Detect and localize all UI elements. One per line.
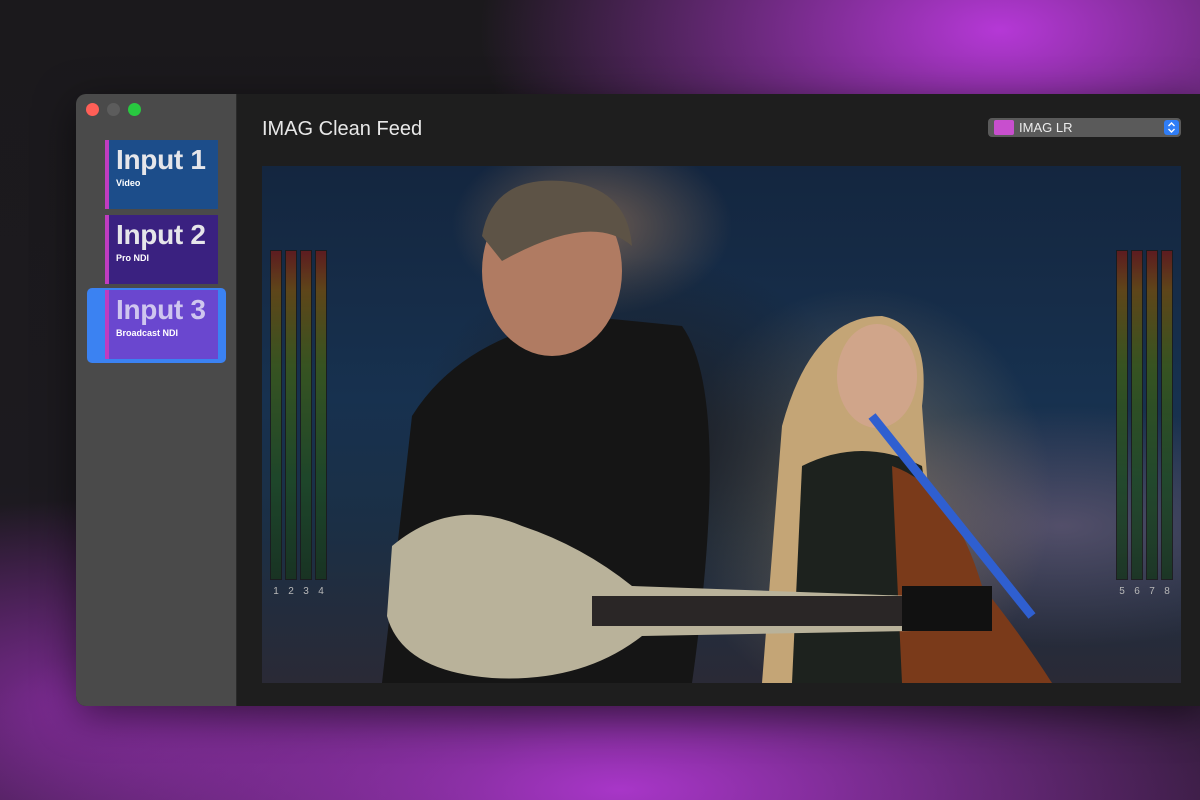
meter-channel-label: 5 xyxy=(1119,586,1125,597)
meter-bar xyxy=(300,250,312,580)
page-title: IMAG Clean Feed xyxy=(262,118,423,140)
meter-bar xyxy=(285,250,297,580)
meter-bar xyxy=(1146,250,1158,580)
audio-meter-right xyxy=(1116,250,1173,580)
close-window-button[interactable] xyxy=(86,103,99,116)
window-controls xyxy=(86,103,141,116)
main-panel: IMAG Clean Feed IMAG LR 1 2 3 4 5 6 7 8 xyxy=(238,94,1200,706)
app-window: Input 1 Video Input 2 Pro NDI Input 3 Br… xyxy=(76,94,1200,706)
meter-labels-right: 5 6 7 8 xyxy=(1116,586,1173,597)
meter-channel-label: 1 xyxy=(273,586,279,597)
meter-channel-label: 8 xyxy=(1164,586,1170,597)
input-card-3[interactable]: Input 3 Broadcast NDI xyxy=(105,290,218,359)
video-frame-image xyxy=(382,180,1052,683)
meter-labels-left: 1 2 3 4 xyxy=(270,586,327,597)
input-card-name: Input 1 xyxy=(116,144,206,175)
audio-meter-left xyxy=(270,250,327,580)
meter-channel-label: 2 xyxy=(288,586,294,597)
chevron-updown-icon[interactable] xyxy=(1164,120,1179,135)
output-color-swatch xyxy=(994,120,1014,135)
meter-channel-label: 3 xyxy=(303,586,309,597)
meter-bar xyxy=(315,250,327,580)
minimize-window-button[interactable] xyxy=(107,103,120,116)
meter-channel-label: 6 xyxy=(1134,586,1140,597)
input-card-name: Input 2 xyxy=(116,219,206,250)
meter-channel-label: 4 xyxy=(318,586,324,597)
input-card-type: Video xyxy=(116,178,141,188)
sidebar: Input 1 Video Input 2 Pro NDI Input 3 Br… xyxy=(76,94,237,706)
input-card-type: Broadcast NDI xyxy=(116,328,179,338)
meter-bar xyxy=(1161,250,1173,580)
maximize-window-button[interactable] xyxy=(128,103,141,116)
input-card-1[interactable]: Input 1 Video xyxy=(105,140,218,209)
input-card-name: Input 3 xyxy=(116,294,206,325)
meter-bar xyxy=(1116,250,1128,580)
input-card-2[interactable]: Input 2 Pro NDI xyxy=(105,215,218,284)
output-selector[interactable]: IMAG LR xyxy=(988,118,1181,137)
output-selector-label: IMAG LR xyxy=(1019,120,1073,135)
meter-channel-label: 7 xyxy=(1149,586,1155,597)
meter-bar xyxy=(1131,250,1143,580)
input-card-type: Pro NDI xyxy=(116,253,150,263)
video-preview[interactable]: 1 2 3 4 5 6 7 8 xyxy=(262,166,1181,683)
meter-bar xyxy=(270,250,282,580)
